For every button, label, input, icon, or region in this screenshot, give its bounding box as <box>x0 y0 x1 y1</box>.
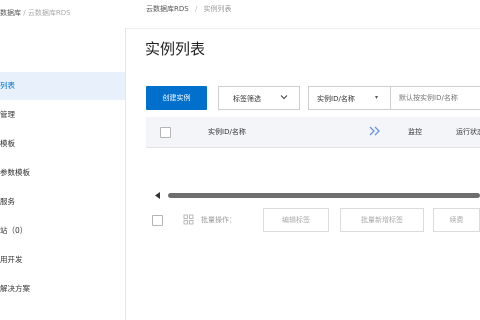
breadcrumb-separator: / <box>23 9 26 17</box>
horizontal-scrollbar[interactable] <box>146 191 480 201</box>
top-breadcrumb-bar: 数据库 / 云数据库RDS 云数据库RDS / 实例列表 <box>0 0 480 29</box>
sidebar-item-label: 站（0） <box>0 226 28 235</box>
batch-select-checkbox[interactable] <box>152 215 163 226</box>
batch-operation-label: 批量操作： <box>201 216 236 224</box>
breadcrumb-current: 实例列表 <box>203 5 232 13</box>
search-field-select[interactable]: 实例ID/名称 ▾ <box>308 86 390 110</box>
sidebar-item-instance-list[interactable]: 列表 <box>0 72 125 100</box>
sidebar-item-development[interactable]: 用开发 <box>0 246 125 274</box>
sidebar-breadcrumb: 数据库 / 云数据库RDS <box>0 8 71 18</box>
sidebar-item-label: 参数模板 <box>0 168 30 177</box>
batch-add-tags-button[interactable]: 批量新增标签 <box>340 208 424 232</box>
tag-filter-dropdown[interactable]: 标签筛选 <box>218 86 300 110</box>
column-header-monitor[interactable]: 监控 <box>408 127 422 137</box>
sidebar-item-template[interactable]: 模板 <box>0 130 125 158</box>
main-content: 实例列表 创建实例 标签筛选 实例ID/名称 ▾ 实例ID/名称 监控 运行状态 <box>126 28 480 320</box>
breadcrumb: 云数据库RDS / 实例列表 <box>146 4 232 14</box>
tag-filter-label: 标签筛选 <box>233 95 261 103</box>
column-header-status[interactable]: 运行状态 <box>456 127 480 137</box>
double-chevron-right-icon[interactable] <box>368 125 382 137</box>
search-input[interactable] <box>390 86 480 110</box>
sidebar-item-solutions[interactable]: 解决方案 <box>0 275 125 303</box>
breadcrumb-rds[interactable]: 云数据库RDS <box>28 9 71 17</box>
sidebar-item-label: 解决方案 <box>0 284 30 293</box>
batch-grid-icon <box>183 214 194 225</box>
sidebar-item-label: 服务 <box>0 197 15 206</box>
breadcrumb-separator: / <box>194 5 198 13</box>
sidebar-item-parameter-template[interactable]: 参数模板 <box>0 159 125 187</box>
batch-action-bar: 批量操作： 编辑标签 批量新增标签 续费 <box>146 208 480 234</box>
table-header: 实例ID/名称 监控 运行状态 <box>146 117 480 148</box>
sidebar-item-label: 用开发 <box>0 255 23 264</box>
edit-tags-button[interactable]: 编辑标签 <box>263 208 329 232</box>
create-instance-button[interactable]: 创建实例 <box>146 86 207 110</box>
column-header-instance[interactable]: 实例ID/名称 <box>208 127 246 137</box>
chevron-down-icon <box>280 95 288 100</box>
scroll-left-arrow-icon[interactable] <box>155 192 161 199</box>
sidebar-item-management[interactable]: 管理 <box>0 101 125 129</box>
scrollbar-thumb[interactable] <box>168 193 480 198</box>
renew-button[interactable]: 续费 <box>433 208 480 232</box>
sidebar-item-label: 列表 <box>0 81 15 90</box>
sidebar-item-service[interactable]: 服务 <box>0 188 125 216</box>
breadcrumb-product[interactable]: 云数据库RDS <box>146 5 189 13</box>
breadcrumb-database[interactable]: 数据库 <box>0 9 21 17</box>
sidebar-item-label: 管理 <box>0 110 15 119</box>
search-field-label: 实例ID/名称 <box>317 95 355 103</box>
sidebar-item-label: 模板 <box>0 139 15 148</box>
page-title: 实例列表 <box>145 40 206 58</box>
sidebar-item-station[interactable]: 站（0） <box>0 217 125 245</box>
sidebar: 列表 管理 模板 参数模板 服务 站（0） 用开发 解决方案 <box>0 28 126 320</box>
select-all-checkbox[interactable] <box>160 127 171 138</box>
caret-down-icon: ▾ <box>375 94 379 101</box>
